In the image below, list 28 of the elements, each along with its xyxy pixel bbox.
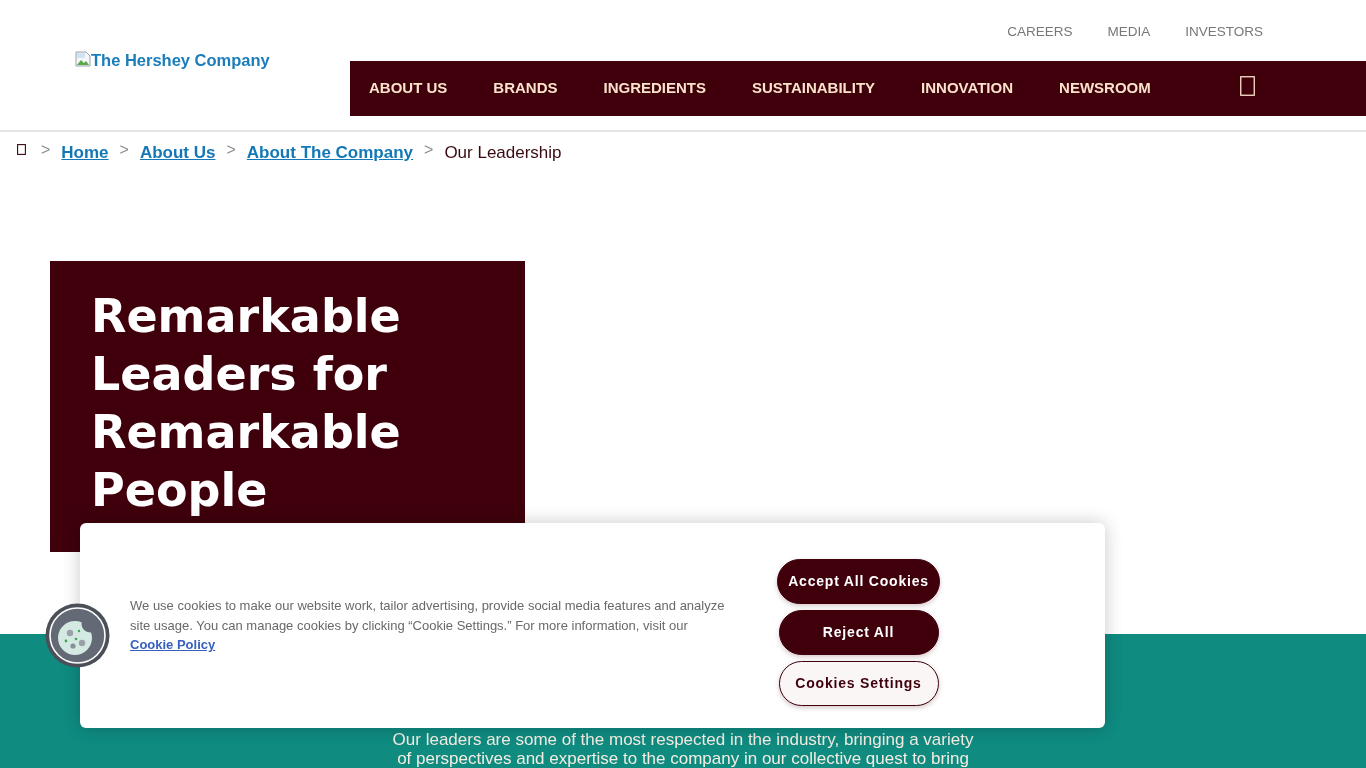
breadcrumb-current: Our Leadership bbox=[444, 142, 562, 164]
nav-link[interactable]: BRANDS bbox=[493, 77, 558, 100]
utility-link[interactable]: MEDIA bbox=[1107, 22, 1151, 43]
rectangle-outline-icon[interactable] bbox=[17, 144, 26, 155]
breadcrumb-link[interactable]: About Us bbox=[139, 142, 216, 164]
accept-cookies-button[interactable]: Accept All Cookies bbox=[777, 559, 940, 604]
cookie-icon[interactable] bbox=[45, 603, 110, 668]
nav-link[interactable]: ABOUT US bbox=[369, 77, 448, 100]
cookie-settings-button[interactable]: Cookies Settings bbox=[778, 661, 939, 706]
hero-title: Remarkable Leaders for Remarkable People bbox=[91, 288, 402, 519]
utility-link[interactable]: INVESTORS bbox=[1185, 22, 1263, 43]
breadcrumb-separator: > bbox=[226, 140, 236, 160]
breadcrumb-link[interactable]: About The Company bbox=[246, 142, 414, 164]
breadcrumb-separator: > bbox=[41, 140, 51, 160]
broken-image-icon bbox=[75, 51, 91, 67]
nav-link[interactable]: INGREDIENTS bbox=[603, 77, 707, 100]
breadcrumb-link[interactable]: Home bbox=[61, 142, 109, 164]
logo-link[interactable]: The Hershey Company bbox=[75, 51, 270, 69]
breadcrumb-separator: > bbox=[119, 140, 129, 160]
breadcrumb-separator: > bbox=[424, 140, 434, 160]
nav-link[interactable]: SUSTAINABILITY bbox=[752, 77, 876, 100]
cookie-policy-link[interactable]: Cookie Policy bbox=[130, 637, 216, 653]
nav-link[interactable]: NEWSROOM bbox=[1059, 77, 1151, 100]
utility-link[interactable]: CAREERS bbox=[1007, 22, 1073, 43]
cookie-message: We use cookies to make our website work, tailor advertising, provide social media features and analyze site usage. You can manage cookies by clicking “Cookie Settings.” For more information, visit our Cookie Policy bbox=[130, 597, 726, 655]
reject-all-button[interactable]: Reject All bbox=[778, 610, 939, 655]
nav-link[interactable]: INNOVATION bbox=[921, 77, 1014, 100]
intro-text: Our leaders are some of the most respected in the industry, bringing a variety of perspectives and expertise to the company in our collective quest to bring bbox=[391, 730, 975, 768]
